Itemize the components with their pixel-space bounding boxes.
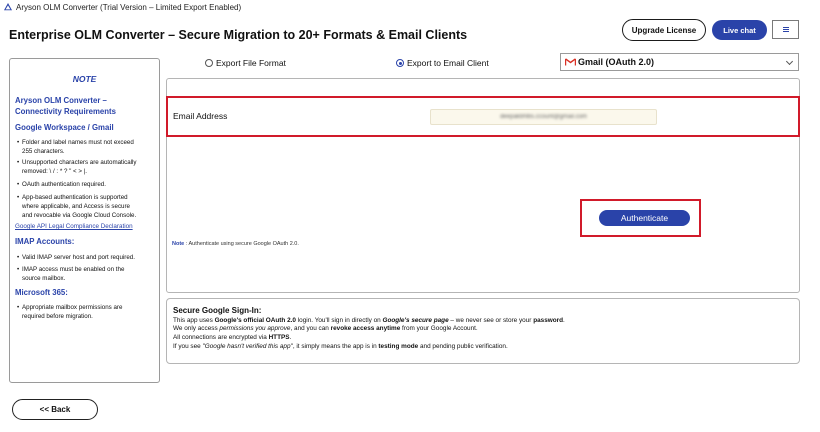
email-client-select[interactable]: Gmail (OAuth 2.0) [560,53,799,71]
chevron-down-icon [785,57,794,66]
back-button[interactable]: << Back [12,399,98,420]
secure-info-line-2: We only access permissions you approve, … [173,325,478,332]
email-client-value: Gmail (OAuth 2.0) [578,57,655,67]
google-heading: Google Workspace / Gmail [15,123,114,132]
secure-signin-title: Secure Google Sign-In: [173,306,262,315]
title-bar: Aryson OLM Converter (Trial Version – Li… [0,0,820,14]
google-item-2: • Unsupported characters are automaticall… [17,159,137,175]
google-item-4: • App-based authentication is supported w… [17,194,137,219]
export-email-client-label: Export to Email Client [407,58,489,68]
upgrade-license-button[interactable]: Upgrade License [622,19,706,41]
google-compliance-link[interactable]: Google API Legal Compliance Declaration [15,223,133,230]
gmail-icon [565,58,576,66]
authenticate-button[interactable]: Authenticate [599,210,690,226]
export-file-format-label: Export File Format [216,58,286,68]
sidebar-title-line2: Connectivity Requirements [15,107,116,116]
radio-checked-icon [396,59,404,67]
menu-button[interactable] [772,20,799,39]
email-address-input[interactable]: deepakbhlbs.ccount@gmail.com [430,109,657,125]
app-logo-icon [4,3,12,11]
note-heading: NOTE [72,74,97,84]
live-chat-button[interactable]: Live chat [712,20,767,40]
sidebar-title-line1: Aryson OLM Converter – [15,96,107,105]
imap-item-1: • Valid IMAP server host and port require… [17,254,135,261]
secure-info-line-3: All connections are encrypted via HTTPS. [173,334,292,341]
secure-info-line-1: This app uses Google's official OAuth 2.… [173,317,565,324]
microsoft-heading: Microsoft 365: [15,288,68,297]
radio-unchecked-icon [205,59,213,67]
secure-info-line-4: If you see "Google hasn't verified this … [173,343,508,350]
page-title: Enterprise OLM Converter – Secure Migrat… [9,28,468,42]
google-item-3: • OAuth authentication required. [17,181,106,188]
google-item-1: • Folder and label names must not exceed … [17,139,134,155]
email-address-label: Email Address [173,111,228,121]
imap-heading: IMAP Accounts: [15,237,75,246]
window-title: Aryson OLM Converter (Trial Version – Li… [16,2,242,12]
imap-item-2: • IMAP access must be enabled on the sour… [17,266,125,282]
export-email-client-option[interactable]: Export to Email Client [396,58,489,68]
export-file-format-option[interactable]: Export File Format [205,58,286,68]
hamburger-icon [782,27,789,32]
oauth-note: Note : Authenticate using secure Google … [172,241,299,247]
microsoft-item-1: • Appropriate mailbox permissions are req… [17,304,123,320]
email-address-value: deepakbhlbs.ccount@gmail.com [500,114,587,120]
